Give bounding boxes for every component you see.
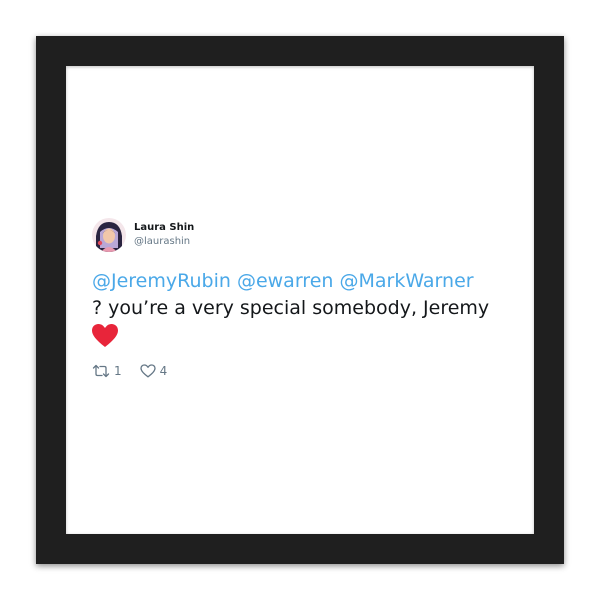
heart-outline-icon <box>139 364 156 378</box>
retweet-icon <box>92 364 110 378</box>
tweet-card: Laura Shin @laurashin @JeremyRubin @ewar… <box>92 216 512 378</box>
mention-link[interactable]: @JeremyRubin <box>92 270 231 292</box>
mention-link[interactable]: @ewarren <box>237 270 333 292</box>
like-count: 4 <box>159 364 168 378</box>
retweet-button[interactable]: 1 <box>92 364 122 378</box>
mentions-line: @JeremyRubin @ewarren @MarkWarner <box>92 268 512 295</box>
frame-mat: Laura Shin @laurashin @JeremyRubin @ewar… <box>66 66 534 534</box>
tweet-header: Laura Shin @laurashin <box>92 216 512 254</box>
author-display-name[interactable]: Laura Shin <box>134 221 194 235</box>
like-button[interactable]: 4 <box>139 364 168 378</box>
picture-frame: Laura Shin @laurashin @JeremyRubin @ewar… <box>36 36 564 564</box>
red-heart-icon <box>92 324 118 347</box>
avatar[interactable] <box>92 218 126 252</box>
author-names: Laura Shin @laurashin <box>134 221 194 249</box>
mention-link[interactable]: @MarkWarner <box>339 270 473 292</box>
tweet-text: @JeremyRubin @ewarren @MarkWarner ? you’… <box>92 268 512 348</box>
tweet-actions: 1 4 <box>92 364 512 378</box>
tweet-message: ? you’re a very special somebody, Jeremy <box>92 297 490 319</box>
retweet-count: 1 <box>114 364 122 378</box>
author-handle[interactable]: @laurashin <box>134 235 194 249</box>
